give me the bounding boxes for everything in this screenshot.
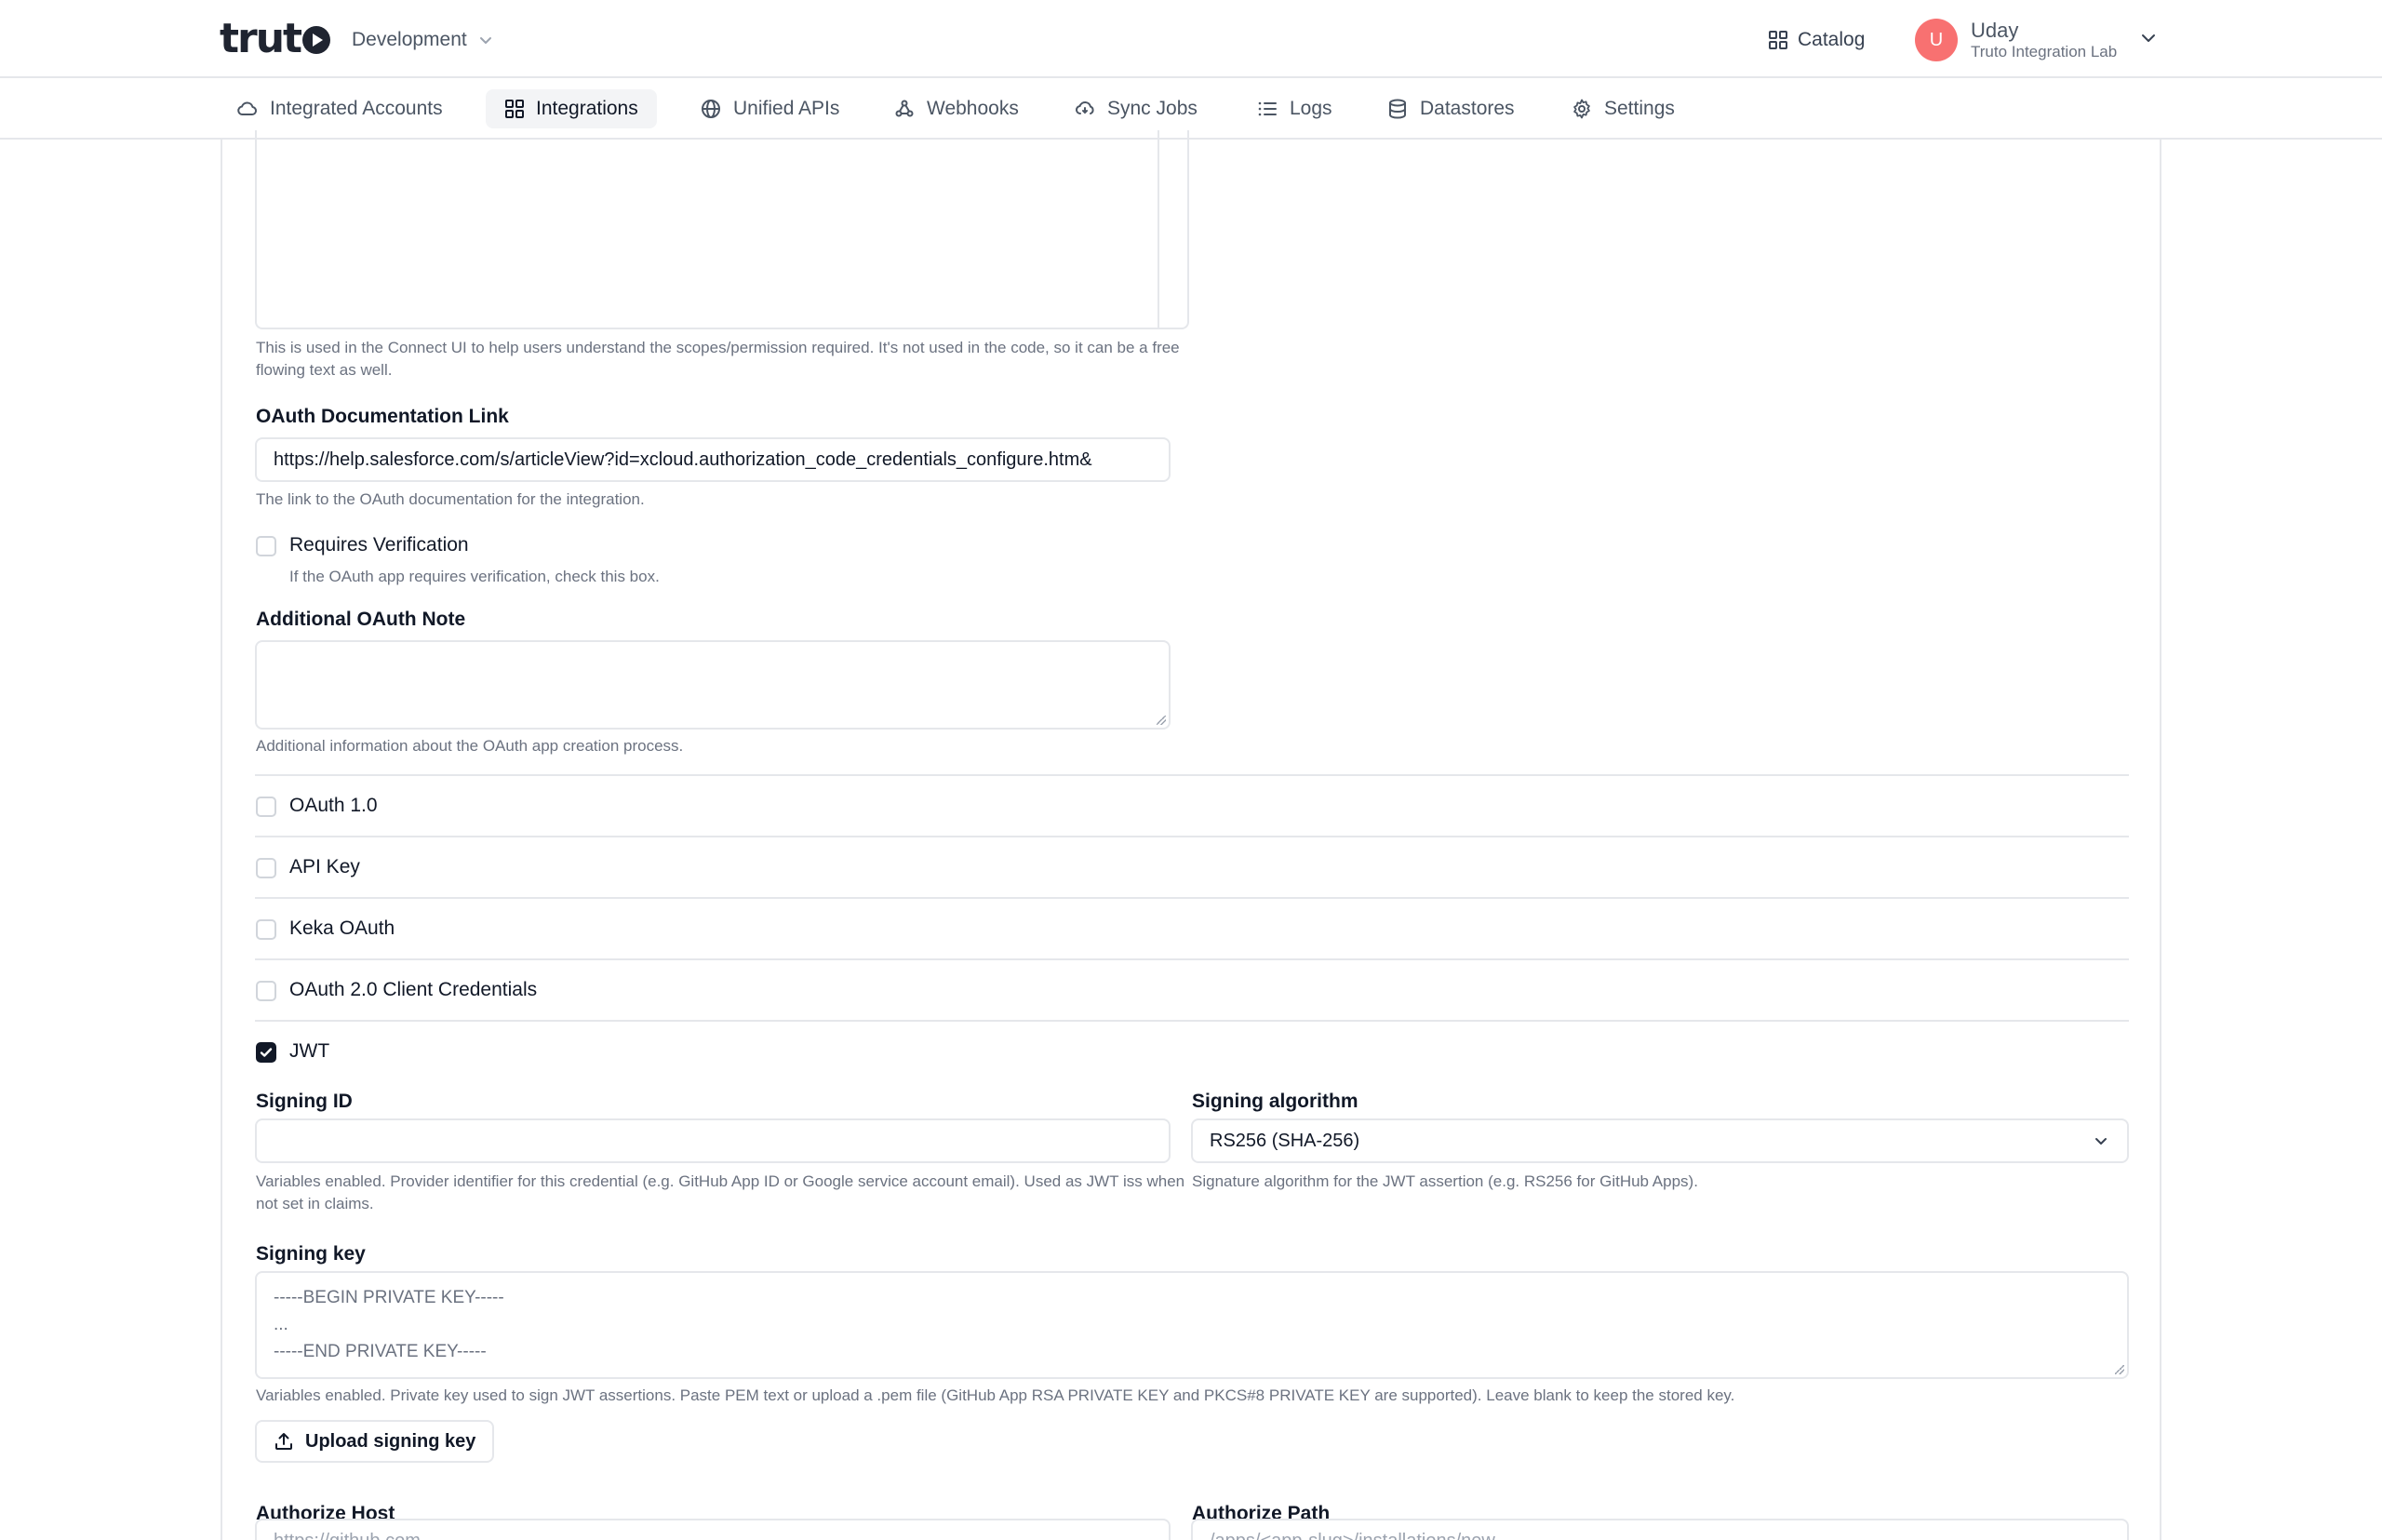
textarea-scrollbar[interactable] <box>1158 130 1187 328</box>
nav-item-integrations[interactable]: Integrations <box>486 89 657 128</box>
signing-id-help: Variables enabled. Provider identifier f… <box>256 1172 1185 1212</box>
grid-icon <box>505 100 524 118</box>
nav-item-integrated-accounts[interactable]: Integrated Accounts <box>218 89 462 128</box>
user-menu[interactable]: U Uday Truto Integration Lab <box>1915 17 2117 63</box>
upload-signing-key-label: Upload signing key <box>305 1430 476 1452</box>
webhook-icon <box>895 100 914 117</box>
globe-icon <box>702 100 720 118</box>
signing-key-placeholder-line: ... <box>274 1315 288 1334</box>
chevron-down-icon <box>2095 1138 2107 1145</box>
database-icon <box>1389 99 1406 119</box>
nav-item-sync-jobs[interactable]: Sync Jobs <box>1055 89 1216 128</box>
divider <box>255 1020 2129 1022</box>
additional-note-label: Additional OAuth Note <box>256 609 466 630</box>
oauth2-client-credentials-checkbox[interactable] <box>256 981 276 1001</box>
upload-signing-key-button[interactable]: Upload signing key <box>255 1420 495 1463</box>
nav-item-webhooks[interactable]: Webhooks <box>875 89 1037 128</box>
oauth2-client-credentials-label: OAuth 2.0 Client Credentials <box>289 979 538 1000</box>
signing-key-label: Signing key <box>256 1243 366 1265</box>
divider <box>255 958 2129 960</box>
jwt-checkbox[interactable] <box>256 1042 276 1063</box>
jwt-label: JWT <box>289 1040 330 1062</box>
signing-algorithm-help: Signature algorithm for the JWT assertio… <box>1192 1172 1698 1190</box>
avatar: U <box>1915 19 1958 61</box>
oauth-doc-label: OAuth Documentation Link <box>256 406 509 427</box>
oauth-doc-input[interactable]: https://help.salesforce.com/s/articleVie… <box>255 437 1171 482</box>
logo-play-icon <box>302 26 331 54</box>
api-key-label: API Key <box>289 856 360 877</box>
scopes-help-text: This is used in the Connect UI to help u… <box>256 339 1180 379</box>
signing-key-placeholder-line: -----END PRIVATE KEY----- <box>274 1342 487 1361</box>
cloud-icon <box>237 101 257 116</box>
scopes-textarea[interactable] <box>255 130 1189 329</box>
additional-note-help: Additional information about the OAuth a… <box>256 737 684 755</box>
environment-label: Development <box>352 29 467 50</box>
keka-oauth-label: Keka OAuth <box>289 917 395 939</box>
additional-note-textarea[interactable] <box>255 640 1171 730</box>
api-key-checkbox[interactable] <box>256 858 276 878</box>
resize-handle-icon[interactable] <box>2115 1365 2124 1374</box>
signing-key-textarea[interactable]: -----BEGIN PRIVATE KEY----- ... -----END… <box>255 1271 2129 1379</box>
upload-icon <box>275 1433 292 1450</box>
signing-algorithm-label: Signing algorithm <box>1192 1091 1358 1112</box>
divider <box>255 836 2129 837</box>
nav-item-unified-apis[interactable]: Unified APIs <box>681 89 858 128</box>
nav-item-logs[interactable]: Logs <box>1238 89 1351 128</box>
nav-item-settings[interactable]: Settings <box>1552 89 1693 128</box>
check-icon <box>260 1048 273 1057</box>
signing-id-label: Signing ID <box>256 1091 353 1112</box>
signing-key-help: Variables enabled. Private key used to s… <box>256 1386 1735 1404</box>
sync-cloud-icon <box>1076 100 1094 115</box>
catalog-button[interactable]: Catalog <box>1768 24 1865 56</box>
nav-item-datastores[interactable]: Datastores <box>1368 89 1533 128</box>
authorize-path-input[interactable]: /apps/<app-slug>/installations/new <box>1191 1519 2129 1540</box>
divider <box>255 774 2129 776</box>
authorize-host-placeholder: https://github.com <box>274 1531 421 1540</box>
requires-verification-help: If the OAuth app requires verification, … <box>289 568 660 585</box>
requires-verification-label: Requires Verification <box>289 534 469 556</box>
oauth1-label: OAuth 1.0 <box>289 795 378 816</box>
grid-icon <box>1769 31 1787 49</box>
keka-oauth-checkbox[interactable] <box>256 919 276 940</box>
divider <box>255 897 2129 899</box>
requires-verification-checkbox[interactable] <box>256 536 276 556</box>
signing-algorithm-value: RS256 (SHA-256) <box>1210 1130 1360 1151</box>
signing-key-placeholder-line: -----BEGIN PRIVATE KEY----- <box>274 1288 504 1307</box>
authorize-path-placeholder: /apps/<app-slug>/installations/new <box>1210 1531 1495 1540</box>
top-bar: truto trut Development Catalog U Uday Tr… <box>0 0 2382 78</box>
oauth-doc-help: The link to the OAuth documentation for … <box>256 490 645 508</box>
oauth1-checkbox[interactable] <box>256 797 276 817</box>
user-org: Truto Integration Lab <box>1971 43 2118 60</box>
authorize-host-input[interactable]: https://github.com <box>255 1519 1171 1540</box>
list-icon <box>1258 101 1277 116</box>
oauth-doc-value: https://help.salesforce.com/s/articleVie… <box>274 449 1092 470</box>
integration-form-card: This is used in the Connect UI to help u… <box>221 130 2161 1540</box>
user-name: Uday <box>1971 18 2019 42</box>
chevron-down-icon[interactable] <box>2138 28 2159 48</box>
chevron-down-icon <box>479 37 491 44</box>
catalog-label: Catalog <box>1798 29 1866 50</box>
signing-id-input[interactable] <box>255 1118 1171 1163</box>
resize-handle-icon[interactable] <box>1157 716 1166 725</box>
truto-logo[interactable]: truto trut <box>220 15 331 62</box>
signing-algorithm-select[interactable]: RS256 (SHA-256) <box>1191 1118 2129 1163</box>
environment-select[interactable]: Development <box>352 24 493 56</box>
gear-icon <box>1573 99 1590 119</box>
